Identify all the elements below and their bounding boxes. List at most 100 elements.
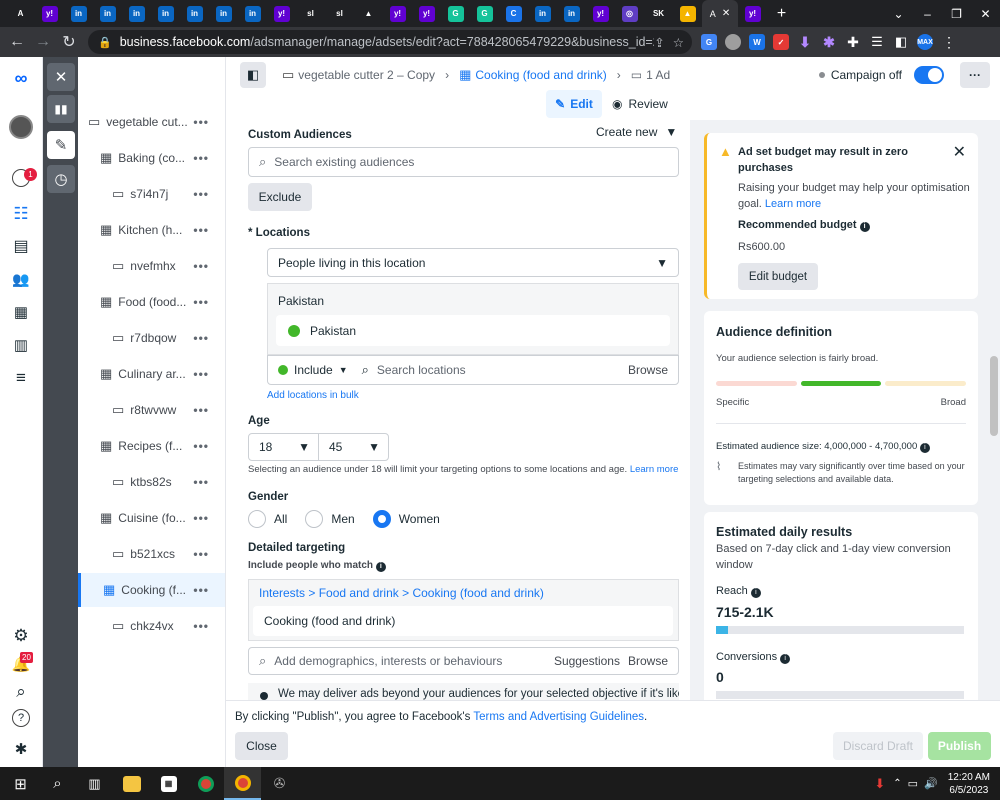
tab-favicon-yahoo[interactable]: y! — [412, 0, 441, 27]
terms-link[interactable]: Terms and Advertising Guidelines — [473, 711, 644, 723]
tree-item-ad[interactable]: ▭ chkz4vx ••• — [78, 609, 225, 643]
publish-button[interactable]: Publish — [928, 732, 991, 760]
file-explorer-icon[interactable] — [113, 767, 150, 800]
tree-item-ad[interactable]: ▭ ktbs82s ••• — [78, 465, 225, 499]
location-search-input[interactable]: Search locations — [377, 363, 466, 377]
age-max-select[interactable]: 45 ▼ — [318, 433, 389, 461]
tree-item-adset[interactable]: ▦ Cuisine (fo... ••• — [78, 501, 225, 535]
tab-favicon-grammarly[interactable]: G — [441, 0, 470, 27]
search-icon[interactable]: ⌕ — [10, 681, 32, 703]
tree-item-adset[interactable]: ▦ Baking (co... ••• — [78, 141, 225, 175]
detailed-targeting-input[interactable]: ⌕ Add demographics, interests or behaviou… — [248, 647, 679, 675]
budget-learn-more-link[interactable]: Learn more — [765, 198, 821, 210]
tree-item-ad[interactable]: ▭ nvefmhx ••• — [78, 249, 225, 283]
more-options-icon[interactable]: ••• — [193, 331, 209, 345]
new-tab-plus-icon[interactable]: + — [767, 0, 796, 27]
task-view-icon[interactable]: ▥ — [76, 767, 113, 800]
more-options-icon[interactable]: ••• — [193, 619, 209, 633]
close-window-icon[interactable]: ✕ — [971, 0, 1000, 27]
chrome-profile-icon[interactable] — [224, 767, 261, 800]
tab-favicon-misc[interactable]: ◎ — [615, 0, 644, 27]
caret-down-icon[interactable]: ▼ — [339, 365, 348, 375]
browser-menu-icon[interactable]: ⋮ — [938, 31, 960, 53]
more-options-icon[interactable]: ••• — [193, 223, 209, 237]
exclude-button[interactable]: Exclude — [248, 183, 312, 211]
interest-chip[interactable]: Cooking (food and drink) — [253, 606, 673, 636]
more-options-icon[interactable]: ••• — [193, 583, 209, 597]
tree-item-adset[interactable]: ▦ Food (food... ••• — [78, 285, 225, 319]
info-icon[interactable]: i — [859, 222, 870, 232]
bulk-locations-link[interactable]: Add locations in bulk — [267, 390, 359, 401]
tab-favicon-yahoo[interactable]: y! — [383, 0, 412, 27]
store-icon[interactable]: ▦ — [150, 767, 187, 800]
media-library-icon[interactable]: ▦ — [10, 301, 32, 323]
address-bar[interactable]: 🔒 business.facebook.com/adsmanager/manag… — [88, 30, 692, 54]
close-icon[interactable]: ✕ — [953, 142, 966, 162]
more-options-icon[interactable]: ••• — [193, 367, 209, 381]
share-icon[interactable]: ⇪ — [654, 35, 664, 50]
review-tab[interactable]: ◉ Review — [612, 90, 668, 118]
billing-icon[interactable]: ▥ — [10, 334, 32, 356]
tree-item-ad[interactable]: ▭ r8twvww ••• — [78, 393, 225, 427]
avatar[interactable] — [9, 115, 33, 139]
tab-favicon-yahoo[interactable]: y! — [35, 0, 64, 27]
tray-expand-icon[interactable]: ⌃ — [893, 778, 901, 789]
settings-gear-icon[interactable]: ⚙ — [10, 625, 32, 647]
more-options-icon[interactable]: ••• — [193, 151, 209, 165]
close-icon[interactable]: ✕ — [47, 63, 75, 91]
info-icon[interactable]: i — [780, 654, 791, 664]
reload-icon[interactable]: ↻ — [56, 29, 82, 55]
more-options-icon[interactable]: ••• — [193, 511, 209, 525]
tab-favicon-linkedin[interactable]: in — [557, 0, 586, 27]
tab-favicon-c[interactable]: C — [499, 0, 528, 27]
tree-item-adset[interactable]: ▦ Kitchen (h... ••• — [78, 213, 225, 247]
toggle-panel-icon[interactable]: ◧ — [240, 62, 266, 88]
ads-manager-grid-icon[interactable]: ☷ — [10, 203, 32, 225]
extension-icon[interactable] — [722, 31, 744, 53]
tree-item-adset[interactable]: ▦ Recipes (f... ••• — [78, 429, 225, 463]
app-icon[interactable]: ✇ — [261, 767, 298, 800]
active-tab[interactable]: A ✕ — [702, 0, 738, 27]
info-icon[interactable]: i — [750, 588, 761, 598]
history-clock-icon[interactable]: ◷ — [47, 165, 75, 193]
campaign-toggle[interactable] — [914, 66, 944, 84]
browse-locations-link[interactable]: Browse — [628, 363, 668, 377]
discard-draft-button[interactable]: Discard Draft — [833, 732, 923, 760]
close-tab-icon[interactable]: ✕ — [722, 8, 730, 19]
tab-favicon-a[interactable]: A — [6, 0, 35, 27]
tab-favicon-grammarly[interactable]: G — [470, 0, 499, 27]
meta-logo-icon[interactable]: ∞ — [10, 67, 32, 89]
volume-icon[interactable]: 🔊 — [924, 777, 938, 790]
tree-item-adset[interactable]: ▦ Cooking (f... ••• — [78, 573, 225, 607]
bug-report-icon[interactable]: ✱ — [10, 738, 32, 760]
minimize-window-icon[interactable]: – — [913, 0, 942, 27]
profile-avatar-icon[interactable]: MAX — [914, 31, 936, 53]
tab-favicon-sl[interactable]: sl — [296, 0, 325, 27]
scrollbar[interactable] — [990, 356, 998, 436]
info-icon[interactable]: i — [919, 443, 930, 453]
edit-budget-button[interactable]: Edit budget — [738, 263, 818, 290]
gender-men-radio[interactable] — [305, 510, 324, 528]
windows-start-icon[interactable]: ⊞ — [2, 767, 39, 800]
tab-favicon-linkedin[interactable]: in — [151, 0, 180, 27]
all-tools-menu-icon[interactable]: ≡ — [10, 367, 32, 389]
chart-icon[interactable]: ▮▮ — [47, 95, 75, 123]
suggestions-link[interactable]: Suggestions — [554, 654, 620, 668]
more-options-button[interactable]: ··· — [960, 62, 990, 88]
age-learn-more-link[interactable]: Learn more — [630, 464, 679, 475]
extension-icon[interactable]: W — [746, 31, 768, 53]
location-type-select[interactable]: People living in this location ▼ — [267, 248, 679, 277]
more-options-icon[interactable]: ••• — [193, 475, 209, 489]
close-button[interactable]: Close — [235, 732, 288, 760]
browse-interests-link[interactable]: Browse — [628, 654, 668, 668]
edit-tab[interactable]: ✎ Edit — [546, 90, 602, 118]
audiences-icon[interactable]: 👥 — [10, 268, 32, 290]
tab-favicon-drive[interactable]: ▲ — [673, 0, 702, 27]
more-options-icon[interactable]: ••• — [193, 295, 209, 309]
tab-favicon-linkedin[interactable]: in — [180, 0, 209, 27]
translate-extension-icon[interactable]: G — [698, 31, 720, 53]
side-panel-icon[interactable]: ◧ — [890, 31, 912, 53]
bookmark-star-icon[interactable]: ☆ — [673, 35, 684, 50]
extensions-puzzle-icon[interactable]: ✚ — [842, 31, 864, 53]
gender-all-radio[interactable] — [248, 510, 266, 528]
